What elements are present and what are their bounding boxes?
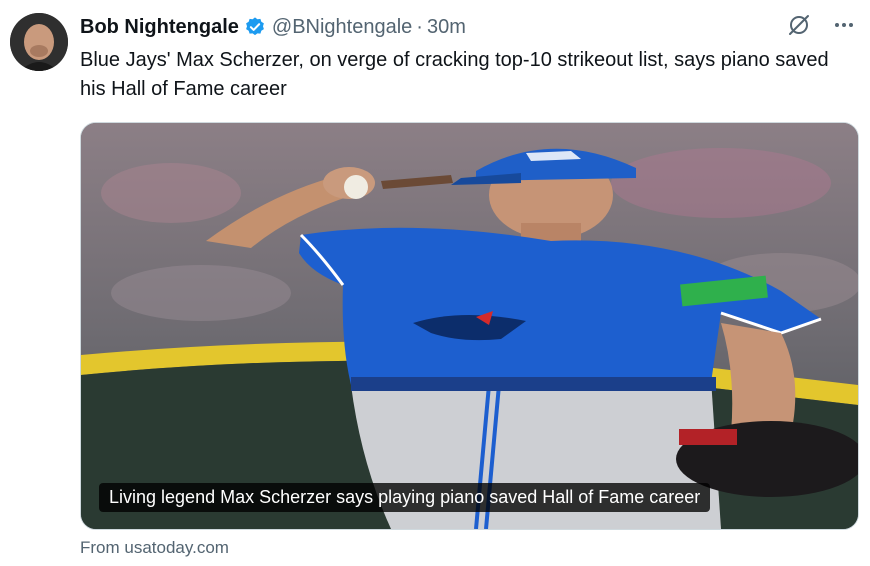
author-name[interactable]: Bob Nightengale xyxy=(80,16,239,39)
separator-dot: · xyxy=(416,15,423,38)
card-title: Living legend Max Scherzer says playing … xyxy=(99,483,711,512)
link-card[interactable]: Living legend Max Scherzer says playing … xyxy=(80,122,859,530)
tweet-header: Bob Nightengale @BNightengale · 30m xyxy=(80,14,850,40)
tweet-text: Blue Jays' Max Scherzer, on verge of cra… xyxy=(80,49,829,100)
verified-badge-icon xyxy=(244,16,266,38)
card-source[interactable]: From usatoday.com xyxy=(80,538,229,558)
more-icon[interactable] xyxy=(832,13,856,37)
tweet-timestamp[interactable]: 30m xyxy=(427,16,466,39)
grok-icon[interactable] xyxy=(786,12,812,38)
tweet-actions xyxy=(786,12,856,38)
author-avatar[interactable] xyxy=(10,13,68,71)
card-photo xyxy=(81,123,858,529)
author-handle[interactable]: @BNightengale xyxy=(272,16,412,39)
